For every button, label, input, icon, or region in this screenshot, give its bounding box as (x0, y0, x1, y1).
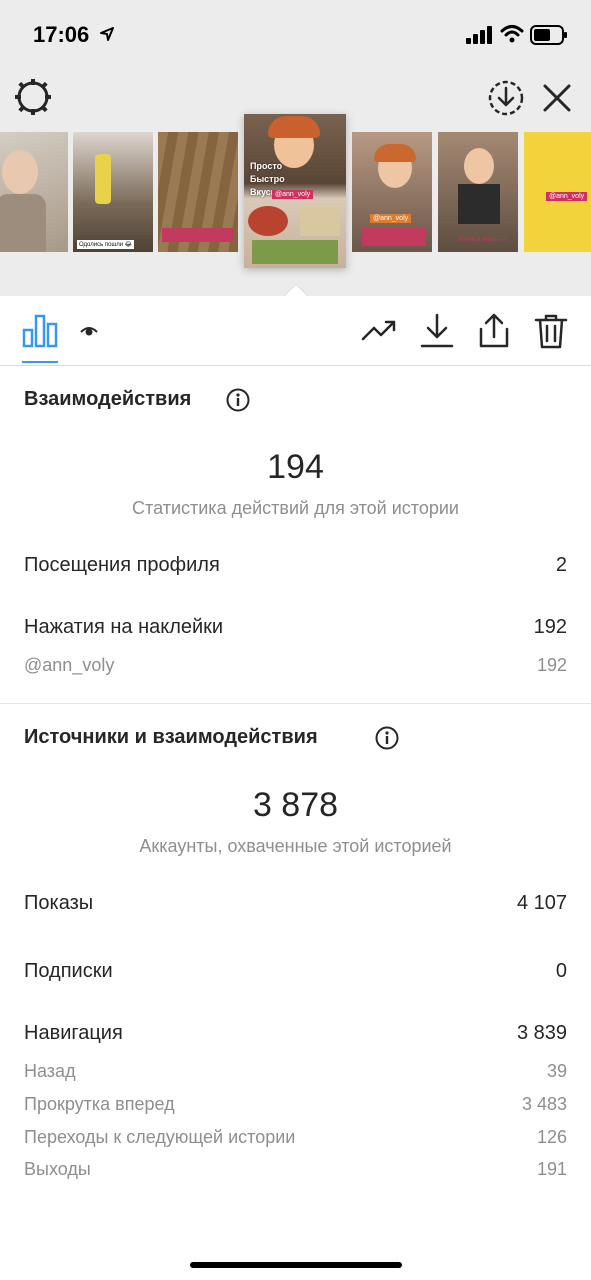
gear-icon[interactable] (14, 78, 52, 116)
trash-icon[interactable] (532, 312, 570, 350)
story-thumbnails: Одолись пошли 😂 Просто Быстро Вкусно @an… (0, 114, 591, 273)
profile-visits-value: 2 (555, 554, 567, 576)
discovery-title: Источники и взаимодействия (24, 726, 318, 748)
cellular-signal-icon (466, 26, 492, 44)
next-story-label: Переходы к следующей истории (24, 1127, 296, 1147)
story-thumbnail-selected[interactable]: Просто Быстро Вкусно @ann_voly (244, 114, 346, 268)
bar-chart-icon[interactable] (22, 314, 58, 348)
mention-sticker: @ann_voly (272, 190, 314, 199)
download-icon[interactable] (418, 312, 456, 350)
sticker-taps-label: Нажатия на наклейки (24, 616, 224, 638)
story-thumbnail[interactable] (0, 132, 68, 252)
story-thumbnail[interactable] (158, 132, 238, 252)
interactions-caption: Статистика действий для этой истории (132, 498, 459, 518)
story-thumbnail[interactable]: @ann_voly (352, 132, 432, 252)
status-time: 17:06 (33, 22, 90, 47)
interactions-total: 194 (267, 448, 324, 486)
impressions-value: 4 107 (516, 892, 567, 914)
section-divider (0, 703, 591, 704)
story-toolbar (0, 296, 591, 366)
sticker-handle-label: @ann_voly (24, 655, 115, 675)
story-thumbnail[interactable]: Одолись пошли 😂 (73, 132, 153, 252)
sticker-taps-value: 192 (533, 616, 567, 638)
info-icon[interactable] (226, 388, 250, 412)
selection-caret (284, 283, 308, 296)
trend-up-icon[interactable] (360, 312, 398, 350)
profile-visits-label: Посещения профиля (24, 554, 220, 576)
mention-sticker: @ann_voly (370, 214, 412, 223)
follows-value: 0 (555, 960, 567, 982)
status-bar: 17:06 (0, 0, 591, 70)
forward-label: Прокрутка вперед (24, 1094, 175, 1114)
info-icon[interactable] (375, 726, 399, 750)
close-icon[interactable] (540, 81, 574, 115)
story-thumbnail[interactable]: @ann_voly (524, 132, 591, 252)
thumbnail-caption: Хочется много-то (458, 237, 507, 243)
eye-icon[interactable] (80, 324, 98, 338)
active-tab-indicator (22, 361, 58, 363)
back-label: Назад (24, 1061, 76, 1081)
share-icon[interactable] (475, 312, 513, 350)
follows-label: Подписки (24, 960, 113, 982)
wifi-icon (500, 25, 524, 43)
story-preview-area: 17:06 Одолись пошли 😂 Просто Быстро Вкус… (0, 0, 591, 296)
navigation-label: Навигация (24, 1022, 123, 1044)
forward-value: 3 483 (521, 1094, 567, 1114)
navigation-value: 3 839 (516, 1022, 567, 1044)
exits-label: Выходы (24, 1159, 91, 1179)
next-story-value: 126 (536, 1127, 567, 1147)
story-thumbnail[interactable]: Хочется много-то (438, 132, 518, 252)
download-circle-icon[interactable] (486, 78, 526, 118)
location-arrow-icon (100, 27, 114, 41)
battery-icon (530, 25, 567, 45)
exits-value: 191 (536, 1159, 567, 1179)
home-indicator[interactable] (190, 1262, 402, 1268)
impressions-label: Показы (24, 892, 94, 914)
back-value: 39 (546, 1061, 567, 1081)
thumbnail-caption: Одолись пошли 😂 (77, 240, 134, 249)
reach-total: 3 878 (252, 786, 339, 824)
reach-caption: Аккаунты, охваченные этой историей (139, 836, 452, 856)
mention-sticker: @ann_voly (546, 192, 588, 201)
interactions-title: Взаимодействия (24, 388, 192, 410)
sticker-handle-value: 192 (536, 655, 567, 675)
